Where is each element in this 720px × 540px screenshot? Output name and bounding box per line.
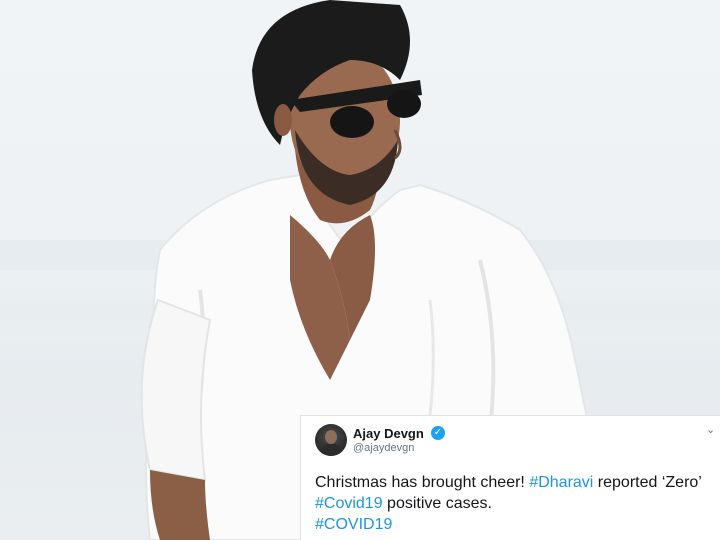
author-name[interactable]: Ajay Devgn xyxy=(353,426,424,441)
tweet-text-part: positive cases. xyxy=(382,495,492,512)
tweet-text: Christmas has brought cheer! #Dharavi re… xyxy=(315,472,715,535)
avatar-face xyxy=(325,430,337,444)
author-handle[interactable]: @ajaydevgn xyxy=(353,442,414,454)
verified-badge-icon: ✓ xyxy=(431,426,445,440)
hashtag-dharavi[interactable]: #Dharavi xyxy=(529,474,593,491)
hashtag-covid19-upper[interactable]: #COVID19 xyxy=(315,516,392,533)
tweet-card[interactable]: Ajay Devgn ✓ @ajaydevgn ⌄ Christmas has … xyxy=(300,415,720,540)
tweet-text-part: reported ‘Zero’ xyxy=(593,474,702,491)
chevron-down-icon[interactable]: ⌄ xyxy=(706,425,715,436)
avatar[interactable] xyxy=(315,424,347,456)
avatar-shirt xyxy=(321,444,341,456)
hashtag-covid19[interactable]: #Covid19 xyxy=(315,495,383,512)
tweet-text-part: Christmas has brought cheer! xyxy=(315,474,530,491)
